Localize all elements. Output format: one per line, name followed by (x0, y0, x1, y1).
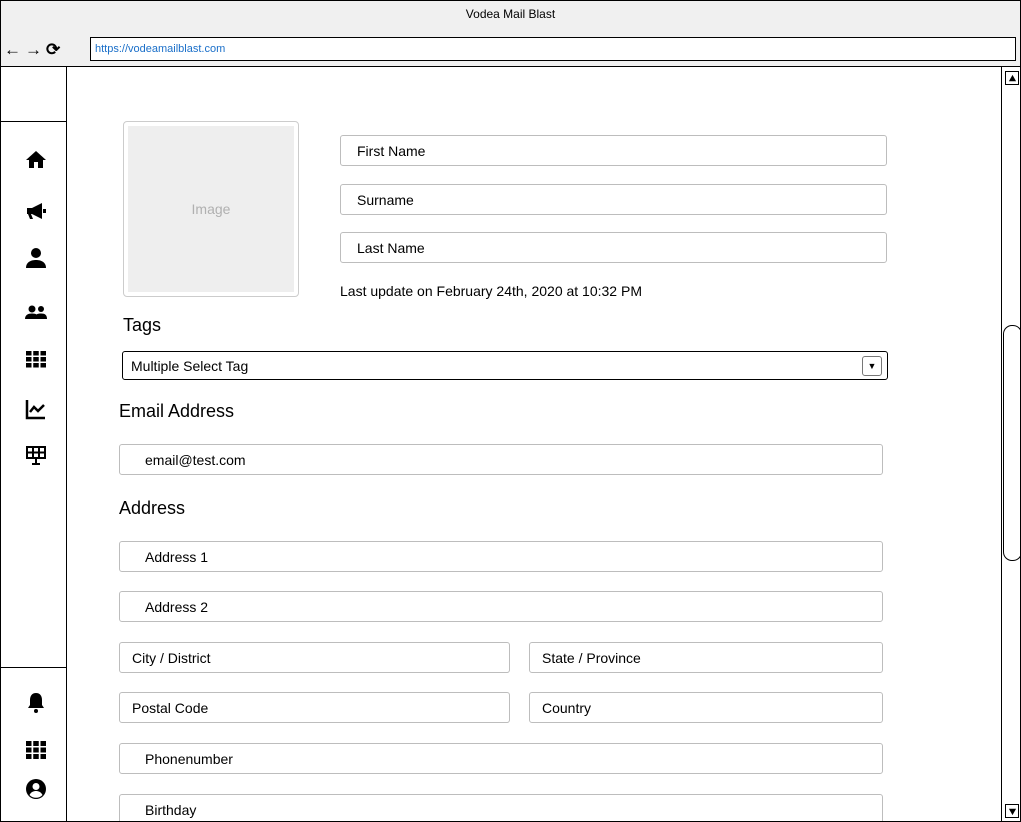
grid-icon[interactable] (23, 346, 49, 372)
scroll-down-icon[interactable] (1005, 804, 1019, 818)
birthday-field[interactable]: Birthday (119, 794, 883, 821)
sidebar-divider (1, 121, 66, 122)
first-name-field[interactable]: First Name (340, 135, 887, 166)
last-name-field[interactable]: Last Name (340, 232, 887, 263)
image-placeholder: Image (128, 126, 294, 292)
window-title: Vodea Mail Blast (465, 7, 556, 21)
email-field[interactable]: email@test.com (119, 444, 883, 475)
megaphone-icon[interactable] (23, 198, 49, 224)
sidebar (1, 67, 67, 821)
phone-placeholder: Phonenumber (145, 751, 233, 767)
address-heading: Address (119, 498, 186, 518)
url-text: https://vodeamailblast.com (95, 43, 226, 55)
chart-icon[interactable] (23, 396, 49, 422)
back-button[interactable]: ← (4, 41, 21, 58)
first-name-placeholder: First Name (357, 143, 426, 159)
reload-button[interactable]: ⟳ (46, 41, 60, 58)
city-field[interactable]: City / District (119, 642, 510, 673)
birthday-placeholder: Birthday (145, 802, 197, 818)
email-value: email@test.com (145, 452, 246, 468)
email-heading: Email Address (119, 401, 235, 421)
state-placeholder: State / Province (542, 650, 641, 666)
city-placeholder: City / District (132, 650, 211, 666)
tags-heading: Tags (123, 315, 162, 335)
navigation-bar: ← → ⟳ https://vodeamailblast.com (1, 34, 1020, 67)
presentation-icon[interactable] (23, 442, 49, 468)
user-icon[interactable] (23, 245, 49, 271)
last-name-placeholder: Last Name (357, 240, 425, 256)
last-update-text: Last update on February 24th, 2020 at 10… (340, 283, 642, 299)
chevron-down-icon[interactable]: ▼ (862, 356, 882, 376)
users-icon[interactable] (23, 299, 49, 325)
account-circle-icon[interactable] (23, 776, 49, 802)
tags-select[interactable]: Multiple Select Tag ▼ (122, 351, 888, 380)
postal-code-placeholder: Postal Code (132, 700, 209, 716)
url-bar[interactable]: https://vodeamailblast.com (90, 37, 1016, 61)
title-bar: Vodea Mail Blast (1, 1, 1020, 34)
surname-field[interactable]: Surname (340, 184, 887, 215)
home-icon[interactable] (23, 147, 49, 173)
profile-image[interactable]: Image (123, 121, 299, 297)
state-field[interactable]: State / Province (529, 642, 883, 673)
tags-select-value: Multiple Select Tag (131, 358, 249, 374)
forward-button[interactable]: → (25, 41, 42, 58)
bell-icon[interactable] (23, 690, 49, 716)
scroll-up-icon[interactable] (1005, 71, 1019, 85)
vertical-scrollbar[interactable] (1001, 67, 1020, 821)
address1-field[interactable]: Address 1 (119, 541, 883, 572)
surname-placeholder: Surname (357, 192, 414, 208)
scrollbar-thumb[interactable] (1003, 325, 1020, 561)
country-placeholder: Country (542, 700, 592, 716)
postal-code-field[interactable]: Postal Code (119, 692, 510, 723)
address1-placeholder: Address 1 (145, 549, 209, 565)
phone-field[interactable]: Phonenumber (119, 743, 883, 774)
apps-icon[interactable] (23, 737, 49, 763)
address2-placeholder: Address 2 (145, 599, 209, 615)
address2-field[interactable]: Address 2 (119, 591, 883, 622)
country-field[interactable]: Country (529, 692, 883, 723)
main-content: Image First Name Surname Last Name Last … (67, 67, 1001, 821)
browser-window: Vodea Mail Blast ← → ⟳ https://vodeamail… (0, 0, 1021, 822)
sidebar-divider-bottom (1, 667, 66, 668)
